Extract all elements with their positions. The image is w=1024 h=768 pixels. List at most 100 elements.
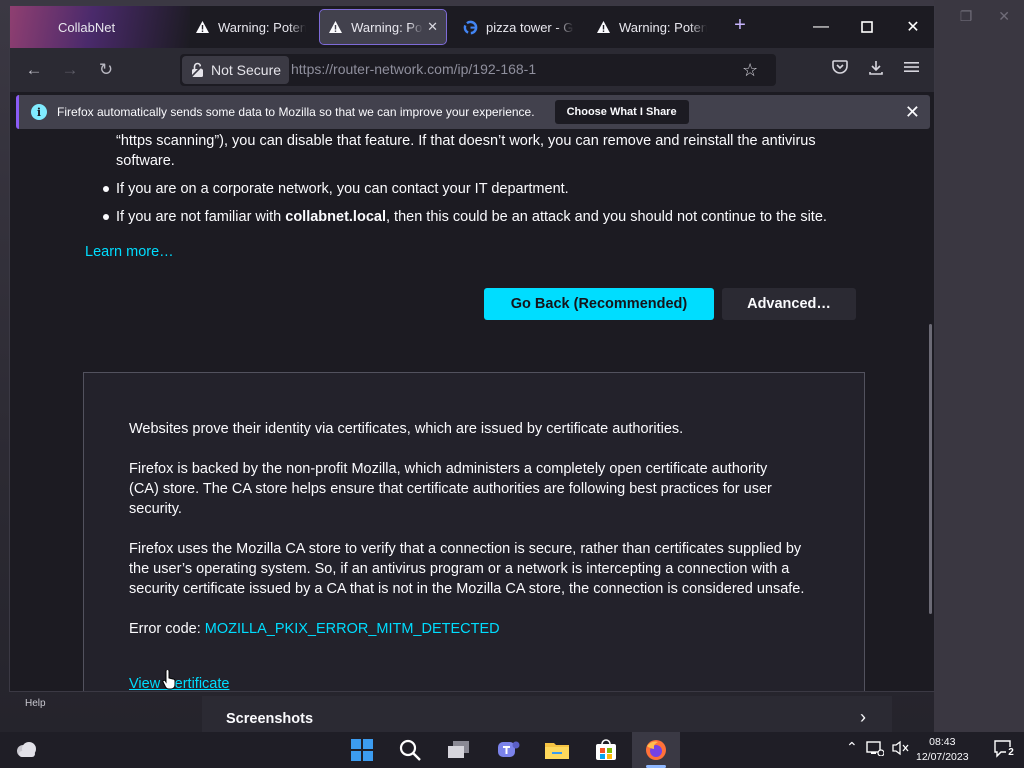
close-notification-icon[interactable]: ✕	[905, 102, 920, 123]
help-tooltip: Help	[25, 698, 46, 709]
url-text[interactable]: https://router-network.com/ip/192-168-1	[291, 61, 536, 77]
tray-overflow-chevron-icon[interactable]: ⌃	[846, 739, 858, 756]
intro-text-line2: software.	[116, 153, 175, 169]
taskbar-clock[interactable]: 08:43 12/07/2023	[916, 735, 969, 765]
new-tab-button[interactable]: +	[728, 14, 752, 38]
url-rest: router-network.com/ip/192-168-1	[333, 61, 537, 77]
back-button[interactable]: ←	[20, 56, 48, 84]
close-icon: ✕	[998, 8, 1010, 24]
clock-time: 08:43	[929, 736, 956, 748]
tab-warning-1[interactable]: Warning: Potential Security Risk Ahead	[186, 10, 314, 44]
task-view-button[interactable]	[445, 736, 473, 764]
tab-warning-3[interactable]: Warning: Potential Security Risk Ahead	[587, 10, 715, 44]
advanced-info-panel: Websites prove their identity via certif…	[83, 372, 865, 691]
windows-taskbar: ⌃ 08:43 12/07/2023 2	[0, 732, 1024, 768]
firefox-icon	[646, 740, 666, 760]
maximize-button[interactable]	[844, 6, 890, 48]
advanced-button[interactable]: Advanced…	[722, 288, 856, 320]
url-bar[interactable]: Not Secure https://router-network.com/ip…	[180, 54, 776, 86]
window-controls: — ✕	[798, 6, 934, 48]
choose-what-i-share-button[interactable]: Choose What I Share	[554, 100, 689, 124]
error-code-label: Error code:	[129, 621, 205, 637]
tab-google-search[interactable]: pizza tower - Google Search	[454, 10, 582, 44]
bullet-not-familiar: If you are not familiar with collabnet.l…	[116, 207, 827, 227]
screenshots-panel[interactable]: Screenshots ›	[202, 696, 892, 736]
navigation-bar: ← → ↻ Not Secure https://router-network.…	[10, 48, 934, 92]
menu-hamburger-icon[interactable]	[904, 60, 919, 79]
not-secure-indicator[interactable]: Not Secure	[182, 56, 290, 84]
store-icon	[596, 739, 616, 760]
weather-widget[interactable]	[12, 736, 40, 764]
notification-message: Firefox automatically sends some data to…	[57, 105, 535, 119]
advanced-paragraph-2-line1: Firefox is backed by the non-profit Mozi…	[129, 461, 768, 477]
bullet-pre: If you are not familiar with	[116, 209, 286, 225]
desktop-window-behind	[934, 0, 1024, 732]
warning-icon	[194, 19, 210, 35]
volume-muted-icon[interactable]	[892, 740, 910, 759]
bullet-corporate-network: If you are on a corporate network, you c…	[116, 181, 569, 197]
error-code-link[interactable]: MOZILLA_PKIX_ERROR_MITM_DETECTED	[205, 621, 500, 637]
search-icon	[399, 739, 421, 761]
notification-center-button[interactable]: 2	[993, 738, 1016, 760]
notification-count: 2	[1006, 747, 1016, 759]
maximize-icon	[861, 21, 873, 33]
advanced-paragraph-3-line2: the user’s operating system. So, if an a…	[129, 561, 790, 577]
tab-label: CollabNet	[58, 19, 116, 35]
teams-chat-button[interactable]	[494, 736, 522, 764]
data-collection-notification: i Firefox automatically sends some data …	[16, 95, 930, 129]
intro-text-line1: “https scanning”), you can disable that …	[116, 133, 816, 149]
warning-icon	[328, 19, 343, 35]
tab-label: Warning: Potential Security Risk Ahead	[619, 19, 707, 35]
chevron-right-icon: ›	[860, 707, 866, 727]
downloads-icon[interactable]	[868, 60, 884, 81]
close-tab-icon[interactable]: ✕	[427, 19, 438, 35]
close-window-button[interactable]: ✕	[890, 6, 934, 48]
minimize-button[interactable]: —	[798, 6, 844, 48]
firefox-taskbar-button[interactable]	[642, 736, 670, 764]
lock-broken-icon	[188, 62, 206, 78]
chat-icon	[498, 741, 520, 757]
firefox-window: CollabNet Warning: Potential Security Ri…	[9, 5, 935, 692]
folder-icon	[545, 743, 569, 759]
tab-label: pizza tower - Google Search	[486, 19, 574, 35]
warning-icon	[595, 19, 611, 35]
bullet-dot	[103, 186, 109, 192]
tab-label: Warning: Potential Security Risk Ahead	[218, 19, 306, 35]
advanced-paragraph-2-line2: (CA) store. The CA store helps ensure th…	[129, 481, 772, 497]
restore-icon: ❐	[959, 8, 973, 24]
learn-more-link[interactable]: Learn more…	[85, 242, 174, 262]
clock-date: 12/07/2023	[916, 751, 969, 763]
bullet-post: , then this could be an attack and you s…	[385, 209, 827, 225]
error-code-row: Error code: MOZILLA_PKIX_ERROR_MITM_DETE…	[129, 619, 500, 639]
bookmark-star-icon[interactable]: ☆	[742, 60, 758, 81]
search-button[interactable]	[396, 736, 424, 764]
hand-cursor-icon	[162, 670, 176, 690]
url-prefix: https://	[291, 61, 334, 77]
advanced-paragraph-2-line3: security.	[129, 501, 182, 517]
forward-button[interactable]: →	[56, 56, 84, 84]
start-button[interactable]	[348, 736, 376, 764]
advanced-paragraph-3-line1: Firefox uses the Mozilla CA store to ver…	[129, 541, 802, 557]
microsoft-store-button[interactable]	[592, 736, 620, 764]
domain-name: collabnet.local	[285, 209, 386, 225]
file-explorer-button[interactable]	[543, 736, 571, 764]
not-secure-label: Not Secure	[211, 62, 282, 78]
background-window-controls: ❐ ✕	[960, 8, 1010, 25]
reload-button[interactable]: ↻	[92, 56, 120, 84]
scrollbar-thumb[interactable]	[929, 324, 932, 614]
network-icon[interactable]	[866, 740, 885, 759]
task-view-icon	[448, 741, 469, 758]
tab-collabnet[interactable]: CollabNet	[50, 10, 146, 44]
view-certificate-link[interactable]: View Certificate	[129, 674, 229, 691]
weather-cloud-icon	[17, 742, 36, 757]
advanced-paragraph-1: Websites prove their identity via certif…	[129, 421, 684, 437]
screenshots-title: Screenshots	[226, 711, 314, 727]
tab-warning-active[interactable]: Warning: Potential Security Risk Ahead ✕	[319, 9, 447, 45]
windows-logo-icon	[351, 739, 373, 761]
pocket-icon[interactable]	[832, 60, 848, 79]
bullet-dot	[103, 214, 109, 220]
go-back-button[interactable]: Go Back (Recommended)	[484, 288, 714, 320]
page-content: “https scanning”), you can disable that …	[10, 130, 934, 691]
google-icon	[462, 19, 478, 35]
tab-strip: CollabNet Warning: Potential Security Ri…	[10, 6, 934, 48]
